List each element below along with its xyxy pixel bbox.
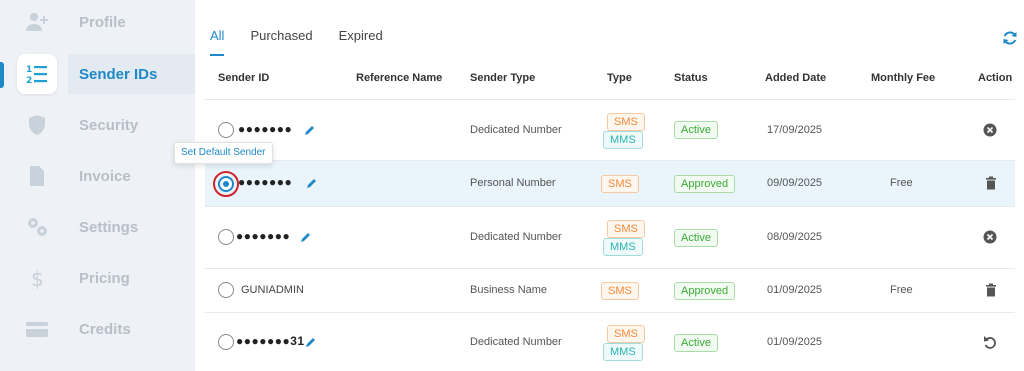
svg-text:1: 1	[26, 65, 32, 75]
tab-all[interactable]: All	[210, 28, 225, 56]
sidebar-item-label: Invoice	[79, 167, 131, 185]
col-reference-name[interactable]: Reference Name	[356, 72, 442, 84]
sender-type: Dedicated Number	[470, 124, 562, 136]
remove-icon[interactable]	[983, 230, 997, 244]
sender-id-value: ●●●●●●●31	[236, 334, 305, 348]
sender-type: Business Name	[470, 284, 548, 296]
table-header: Sender ID Reference Name Sender Type Typ…	[205, 56, 1015, 100]
numbered-list-icon: 12	[17, 54, 57, 94]
sidebar-item-invoice[interactable]: Invoice	[0, 154, 195, 198]
added-date: 17/09/2025	[767, 124, 823, 136]
sidebar-item-settings[interactable]: Settings	[0, 205, 195, 249]
type-badge-mms: MMS	[603, 343, 643, 361]
type-badge-sms: SMS	[601, 175, 639, 193]
main-panel: All Purchased Expired Sender ID Referenc…	[195, 0, 1024, 371]
default-sender-radio[interactable]	[218, 122, 234, 138]
sidebar-item-profile[interactable]: Profile	[0, 0, 195, 44]
added-date: 01/09/2025	[767, 284, 823, 296]
sidebar-item-credits[interactable]: Credits	[0, 307, 195, 351]
sender-id-value: ●●●●●●●	[238, 175, 293, 189]
tab-bar: All Purchased Expired	[210, 28, 383, 56]
default-sender-radio[interactable]	[218, 334, 234, 350]
col-type[interactable]: Type	[607, 72, 632, 84]
sidebar-item-label: Profile	[79, 13, 126, 31]
dollar-icon: $	[17, 258, 57, 298]
type-badge-sms: SMS	[607, 113, 645, 131]
monthly-fee: Free	[890, 177, 913, 189]
sidebar: Profile 12 Sender IDs Security Invoice S…	[0, 0, 195, 371]
type-badge-mms: MMS	[603, 131, 643, 149]
col-sender-id[interactable]: Sender ID	[218, 72, 269, 84]
edit-pencil-icon[interactable]	[306, 177, 318, 189]
svg-text:$: $	[31, 267, 44, 290]
type-badge-sms: SMS	[601, 282, 639, 300]
shield-icon	[17, 105, 57, 145]
table-row: ●●●●●●●31 Dedicated Number SMS MMS Activ…	[205, 313, 1015, 371]
trash-icon[interactable]	[984, 283, 998, 297]
sender-id-value: GUNIADMIN	[241, 284, 304, 296]
status-badge: Active	[674, 121, 718, 139]
monthly-fee: Free	[890, 284, 913, 296]
active-indicator	[0, 62, 4, 88]
trash-icon[interactable]	[984, 176, 998, 190]
sidebar-item-pricing[interactable]: $ Pricing	[0, 256, 195, 300]
status-badge: Active	[674, 334, 718, 352]
sender-type: Dedicated Number	[470, 231, 562, 243]
type-badge-mms: MMS	[603, 238, 643, 256]
added-date: 08/09/2025	[767, 231, 823, 243]
remove-icon[interactable]	[983, 123, 997, 137]
type-badge-sms: SMS	[607, 220, 645, 238]
table-row: ●●●●●●● Personal Number SMS Approved 09/…	[205, 161, 1015, 207]
card-icon	[17, 309, 57, 349]
col-action: Action	[978, 72, 1013, 84]
col-status[interactable]: Status	[674, 72, 708, 84]
edit-pencil-icon[interactable]	[305, 336, 317, 348]
sender-id-value: ●●●●●●●	[238, 122, 293, 136]
sidebar-item-label: Pricing	[79, 269, 130, 287]
svg-text:2: 2	[26, 76, 32, 86]
refresh-icon[interactable]	[1002, 30, 1018, 46]
table-row: ●●●●●●● Dedicated Number SMS MMS Active …	[205, 207, 1015, 269]
col-monthly-fee[interactable]: Monthly Fee	[871, 72, 935, 84]
sender-type: Personal Number	[470, 177, 556, 189]
added-date: 01/09/2025	[767, 336, 823, 348]
edit-pencil-icon[interactable]	[304, 124, 316, 136]
default-sender-radio[interactable]	[218, 282, 234, 298]
sidebar-item-label: Security	[79, 116, 139, 134]
status-badge: Approved	[674, 282, 736, 300]
table-row: ●●●●●●● Dedicated Number SMS MMS Active …	[205, 100, 1015, 161]
table-row: GUNIADMIN Business Name SMS Approved 01/…	[205, 269, 1015, 313]
sidebar-item-security[interactable]: Security	[0, 103, 195, 147]
sidebar-item-label: Sender IDs	[79, 65, 158, 83]
type-badge-sms: SMS	[607, 325, 645, 343]
gears-icon	[17, 207, 57, 247]
user-add-icon	[17, 2, 57, 42]
status-badge: Active	[674, 229, 718, 247]
sidebar-item-sender-ids[interactable]: 12 Sender IDs	[0, 52, 195, 96]
default-sender-radio[interactable]	[218, 176, 234, 192]
added-date: 09/09/2025	[767, 177, 823, 189]
undo-icon[interactable]	[983, 335, 997, 349]
col-added-date[interactable]: Added Date	[765, 72, 826, 84]
sidebar-item-label: Credits	[79, 320, 131, 338]
sidebar-item-label: Settings	[79, 218, 139, 236]
set-default-tooltip: Set Default Sender	[174, 142, 273, 164]
document-icon	[17, 156, 57, 196]
sender-id-value: ●●●●●●●	[236, 229, 291, 243]
col-sender-type[interactable]: Sender Type	[470, 72, 535, 84]
tab-expired[interactable]: Expired	[339, 28, 383, 56]
status-badge: Approved	[674, 175, 736, 193]
edit-pencil-icon[interactable]	[300, 231, 312, 243]
default-sender-radio[interactable]	[218, 229, 234, 245]
tab-purchased[interactable]: Purchased	[250, 28, 312, 56]
sender-type: Dedicated Number	[470, 336, 562, 348]
